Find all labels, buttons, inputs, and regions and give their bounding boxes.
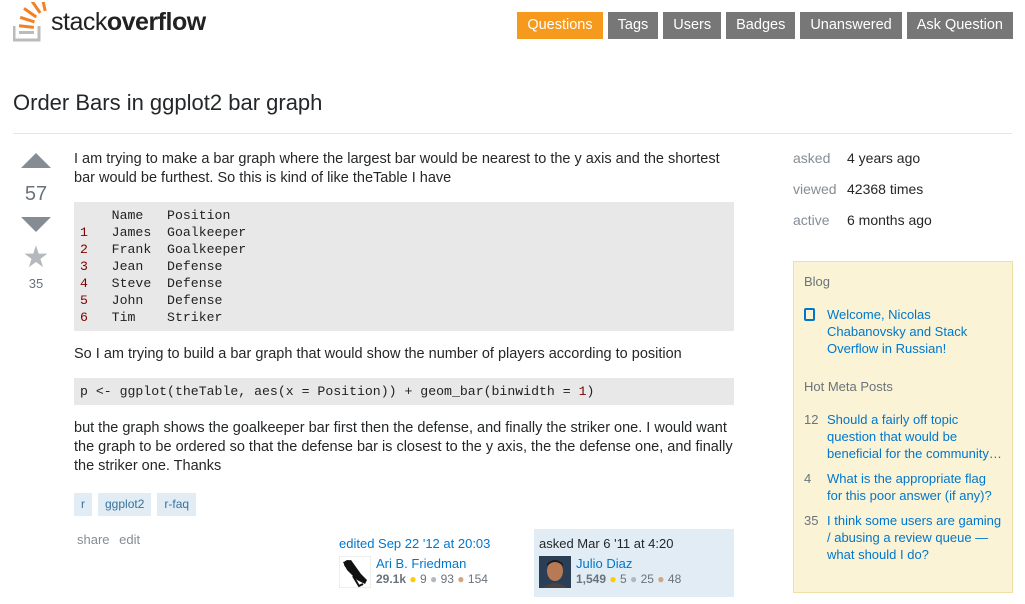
editor-name[interactable]: Ari B. Friedman bbox=[376, 556, 488, 571]
meta-count: 12 bbox=[804, 412, 819, 427]
meta-count: 35 bbox=[804, 513, 819, 528]
favorite-star-icon[interactable]: ★ bbox=[14, 243, 58, 273]
blog-heading: Blog bbox=[804, 274, 831, 289]
favorite-count: 35 bbox=[28, 276, 44, 291]
meta-link[interactable]: I think some users are gaming / abusing … bbox=[827, 512, 1002, 563]
stat-viewed: viewed 42368 times bbox=[793, 181, 924, 197]
asked-timestamp: asked Mar 6 '11 at 4:20 bbox=[539, 536, 674, 551]
blog-icon bbox=[804, 308, 815, 321]
editor-signature: edited Sep 22 '12 at 20:03 Ari B. Friedm… bbox=[339, 536, 529, 596]
code-line: 2 Frank Goalkeeper bbox=[80, 242, 247, 257]
ggplot-code-block: p <- ggplot(theTable, aes(x = Position))… bbox=[74, 378, 734, 405]
paragraph-2: So I am trying to build a bar graph that… bbox=[74, 346, 682, 362]
tag-r-faq[interactable]: r-faq bbox=[157, 493, 197, 516]
nav-ask-question[interactable]: Ask Question bbox=[906, 12, 1013, 39]
logo-text: stackoverflow bbox=[51, 7, 206, 36]
nav-users[interactable]: Users bbox=[663, 12, 722, 39]
question-stats: asked 4 years ago viewed 42368 times activ… bbox=[793, 150, 932, 243]
meta-link[interactable]: What is the appropriate flag for this po… bbox=[827, 470, 1002, 504]
tag-list: r ggplot2 r-faq bbox=[74, 493, 734, 516]
community-bulletin: Blog Welcome, Nicolas Chabanovsky and St… bbox=[793, 261, 1013, 593]
active-link[interactable]: 6 months ago bbox=[847, 212, 932, 243]
stat-asked: asked 4 years ago bbox=[793, 150, 921, 166]
meta-item: 4 What is the appropriate flag for this … bbox=[804, 470, 1002, 504]
owner-signature: asked Mar 6 '11 at 4:20 Julio Diaz 1,549… bbox=[534, 529, 734, 597]
paragraph-1: I am trying to make a bar graph where th… bbox=[74, 151, 720, 186]
edit-link[interactable]: edit bbox=[119, 532, 140, 547]
code-line: 4 Steve Defense bbox=[80, 276, 223, 291]
meta-link[interactable]: Should a fairly off topic question that … bbox=[827, 411, 1002, 462]
vote-count: 57 bbox=[24, 183, 48, 205]
post-menu: share edit bbox=[77, 532, 146, 547]
code-line: 5 John Defense bbox=[80, 293, 223, 308]
meta-heading: Hot Meta Posts bbox=[804, 379, 893, 394]
blog-item: Welcome, Nicolas Chabanovsky and Stack O… bbox=[804, 306, 1002, 357]
editor-avatar[interactable] bbox=[339, 556, 371, 588]
vote-cell: 57 ★ 35 bbox=[14, 150, 58, 291]
owner-name[interactable]: Julio Diaz bbox=[576, 556, 681, 571]
title-divider bbox=[13, 133, 1012, 134]
stackoverflow-logo-icon bbox=[13, 2, 47, 42]
top-nav: Questions Tags Users Badges Unanswered A… bbox=[517, 12, 1013, 39]
editor-reputation: 29.1k ● 9 ● 93 ● 154 bbox=[376, 572, 488, 586]
code-line: 3 Jean Defense bbox=[80, 259, 223, 274]
code-line: 6 Tim Striker bbox=[80, 310, 223, 325]
blog-link[interactable]: Welcome, Nicolas Chabanovsky and Stack O… bbox=[827, 306, 1002, 357]
nav-questions[interactable]: Questions bbox=[517, 12, 603, 39]
edited-timestamp-link[interactable]: edited Sep 22 '12 at 20:03 bbox=[339, 536, 529, 551]
downvote-arrow-icon[interactable] bbox=[21, 217, 51, 232]
code-line: 1 James Goalkeeper bbox=[80, 225, 247, 240]
data-table-code-block: Name Position 1 James Goalkeeper 2 Frank G… bbox=[74, 202, 734, 331]
meta-item: 12 Should a fairly off topic question th… bbox=[804, 411, 1002, 462]
question-body: I am trying to make a bar graph where th… bbox=[74, 150, 734, 516]
nav-tags[interactable]: Tags bbox=[607, 12, 659, 39]
stat-active: active 6 months ago bbox=[793, 212, 932, 243]
tag-r[interactable]: r bbox=[74, 493, 92, 516]
owner-reputation: 1,549 ● 5 ● 25 ● 48 bbox=[576, 572, 682, 586]
meta-count: 4 bbox=[804, 471, 812, 486]
site-logo[interactable]: stackoverflow bbox=[13, 0, 206, 44]
tag-ggplot2[interactable]: ggplot2 bbox=[98, 493, 152, 516]
code-line: Name Position bbox=[80, 208, 231, 223]
owner-avatar[interactable] bbox=[539, 556, 571, 588]
nav-unanswered[interactable]: Unanswered bbox=[800, 12, 902, 39]
meta-item: 35 I think some users are gaming / abusi… bbox=[804, 512, 1002, 563]
upvote-arrow-icon[interactable] bbox=[21, 153, 51, 168]
paragraph-3: but the graph shows the goalkeeper bar f… bbox=[74, 420, 733, 474]
share-link[interactable]: share bbox=[77, 532, 110, 547]
nav-badges[interactable]: Badges bbox=[726, 12, 796, 39]
question-title[interactable]: Order Bars in ggplot2 bar graph bbox=[13, 90, 322, 116]
